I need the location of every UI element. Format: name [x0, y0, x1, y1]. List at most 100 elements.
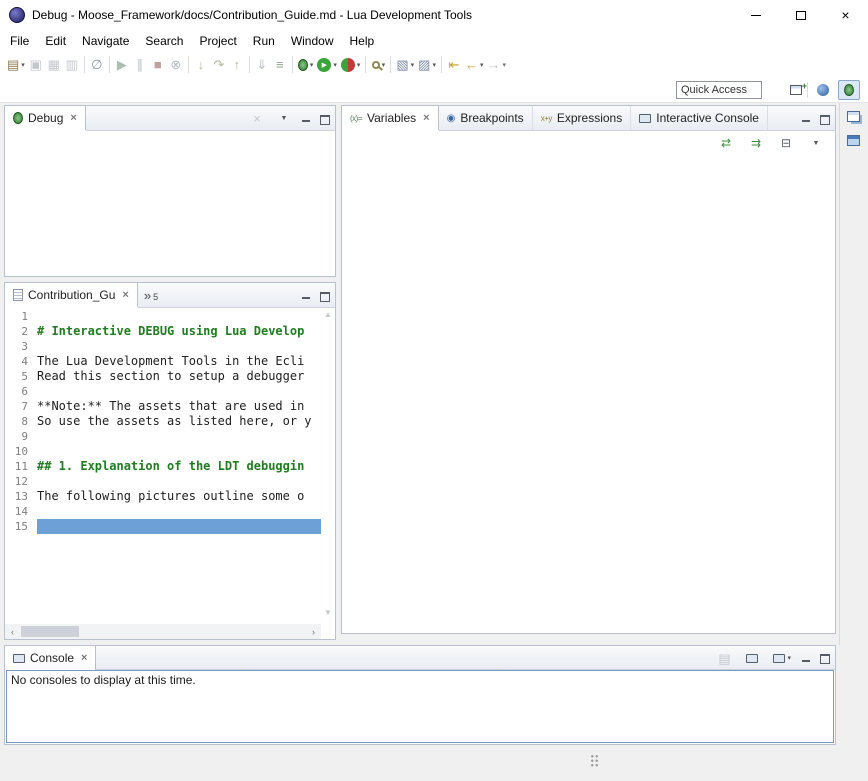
tab-interactive-console[interactable]: Interactive Console: [631, 106, 768, 130]
view-menu-icon[interactable]: ▼: [275, 108, 293, 130]
tab-debug[interactable]: Debug ×: [5, 106, 86, 130]
print-button[interactable]: ▥: [63, 54, 81, 76]
last-edit-location-button[interactable]: ⇤: [445, 54, 463, 76]
editor-body[interactable]: 12# Interactive DEBUG using Lua Develop3…: [5, 308, 335, 639]
open-console-icon[interactable]: ▾: [771, 647, 793, 669]
open-perspective-button[interactable]: [785, 80, 807, 100]
pin-console-icon[interactable]: ▤: [715, 647, 733, 669]
menu-help[interactable]: Help: [342, 31, 383, 51]
step-into-button[interactable]: ↓: [192, 54, 210, 76]
skip-all-breakpoints-button[interactable]: ∅: [88, 54, 106, 76]
restore-view-icon[interactable]: [847, 111, 860, 122]
tab-console[interactable]: Console ×: [5, 646, 96, 670]
forward-button[interactable]: →▾: [486, 54, 509, 76]
editor-horizontal-scrollbar[interactable]: ‹ ›: [5, 624, 321, 639]
suspend-button[interactable]: ∥: [131, 54, 149, 76]
view-menu-icon[interactable]: ▼: [807, 132, 825, 154]
dropdown-arrow-icon[interactable]: ▾: [503, 61, 507, 69]
toolbar-separator: [390, 56, 391, 73]
ldt-perspective-button[interactable]: [812, 80, 834, 100]
minimize-view-button[interactable]: [802, 654, 811, 663]
dropdown-arrow-icon[interactable]: ▾: [432, 61, 436, 69]
maximize-view-button[interactable]: [320, 114, 330, 124]
collapse-all-icon[interactable]: ⊟: [777, 132, 795, 154]
menu-run[interactable]: Run: [245, 31, 283, 51]
coverage-button[interactable]: ▾: [339, 54, 363, 76]
menu-edit[interactable]: Edit: [37, 31, 74, 51]
scroll-left-icon[interactable]: ‹: [5, 624, 20, 639]
use-step-filters-button[interactable]: ≡: [271, 54, 289, 76]
step-over-button[interactable]: ↷: [210, 54, 228, 76]
show-logical-structure-icon: ⇉: [751, 137, 761, 149]
variables-body[interactable]: [342, 155, 835, 633]
open-element-button[interactable]: ▨▾: [416, 54, 438, 76]
maximize-view-button[interactable]: [820, 653, 830, 663]
maximize-window-button[interactable]: [778, 0, 823, 30]
dropdown-arrow-icon[interactable]: ▾: [787, 654, 791, 662]
new-button[interactable]: ▤▾: [5, 54, 27, 76]
tab-variables[interactable]: (x)=Variables×: [342, 106, 439, 130]
debug-button[interactable]: ▾: [296, 54, 316, 76]
resume-button[interactable]: ▶: [113, 54, 131, 76]
minimized-view-icon[interactable]: [847, 135, 860, 146]
new-wizard-button[interactable]: ▧▾: [394, 54, 416, 76]
save-button[interactable]: ▣: [27, 54, 45, 76]
step-over-icon: ↷: [213, 58, 224, 71]
scroll-right-icon[interactable]: ›: [306, 624, 321, 639]
editor-vertical-scrollbar[interactable]: ▲ ▼: [321, 308, 335, 624]
minimize-view-button[interactable]: [302, 291, 311, 300]
maximize-view-button[interactable]: [320, 291, 330, 301]
terminate-button[interactable]: ■: [149, 54, 167, 76]
close-icon[interactable]: ×: [70, 112, 76, 124]
dropdown-arrow-icon[interactable]: ▾: [333, 61, 337, 69]
maximize-view-button[interactable]: [820, 114, 830, 124]
display-console-icon[interactable]: [743, 647, 761, 669]
open-element-icon: ▨: [418, 58, 430, 71]
menu-search[interactable]: Search: [137, 31, 191, 51]
menu-navigate[interactable]: Navigate: [74, 31, 137, 51]
debug-view-body[interactable]: [5, 131, 335, 276]
minimize-view-button[interactable]: [302, 114, 311, 123]
editor-line: 8So use the assets as listed here, or y: [5, 414, 321, 429]
back-button[interactable]: ←▾: [463, 54, 486, 76]
dropdown-arrow-icon[interactable]: ▾: [310, 61, 314, 69]
dropdown-arrow-icon[interactable]: ▾: [382, 61, 386, 69]
line-number: 14: [5, 504, 37, 519]
close-icon[interactable]: ×: [423, 112, 429, 124]
dropdown-arrow-icon[interactable]: ▾: [357, 61, 361, 69]
menu-project[interactable]: Project: [191, 31, 244, 51]
console-body[interactable]: No consoles to display at this time.: [6, 670, 834, 743]
tab-expressions[interactable]: x+yExpressions: [533, 106, 632, 130]
menu-file[interactable]: File: [2, 31, 37, 51]
disconnect-button[interactable]: ⊗: [167, 54, 185, 76]
remove-all-terminated-icon[interactable]: ×: [248, 108, 266, 130]
editor-tab-overflow[interactable]: » 5: [138, 283, 164, 307]
save-all-button[interactable]: ▦: [45, 54, 63, 76]
dropdown-arrow-icon[interactable]: ▾: [21, 61, 25, 69]
window-controls: ×: [733, 0, 868, 30]
forward-icon: →: [488, 58, 501, 71]
show-type-names-icon[interactable]: ⇄: [717, 132, 735, 154]
quick-access-input[interactable]: Quick Access: [676, 81, 762, 99]
minimize-view-button[interactable]: [802, 114, 811, 123]
tab-contribution-guide[interactable]: Contribution_Gu ×: [5, 283, 138, 307]
scroll-down-icon[interactable]: ▼: [321, 608, 335, 622]
minimize-window-button[interactable]: [733, 0, 778, 30]
step-return-button[interactable]: ↑: [228, 54, 246, 76]
show-logical-structure-icon[interactable]: ⇉: [747, 132, 765, 154]
dropdown-arrow-icon[interactable]: ▾: [411, 61, 415, 69]
close-icon[interactable]: ×: [122, 289, 128, 301]
view-menu-icon: ▼: [813, 140, 820, 147]
close-icon[interactable]: ×: [81, 652, 87, 664]
run-button[interactable]: ▶▾: [315, 54, 339, 76]
dropdown-arrow-icon[interactable]: ▾: [480, 61, 484, 69]
drop-to-frame-button[interactable]: ⇓: [253, 54, 271, 76]
close-window-button[interactable]: ×: [823, 0, 868, 30]
search-button[interactable]: ▾: [369, 54, 387, 76]
scroll-up-icon[interactable]: ▲: [321, 310, 335, 324]
menu-window[interactable]: Window: [283, 31, 342, 51]
debug-perspective-button[interactable]: [838, 80, 860, 100]
tab-breakpoints[interactable]: ◉Breakpoints: [439, 106, 533, 130]
sash-handle[interactable]: [590, 754, 599, 767]
scrollbar-thumb[interactable]: [21, 626, 79, 637]
